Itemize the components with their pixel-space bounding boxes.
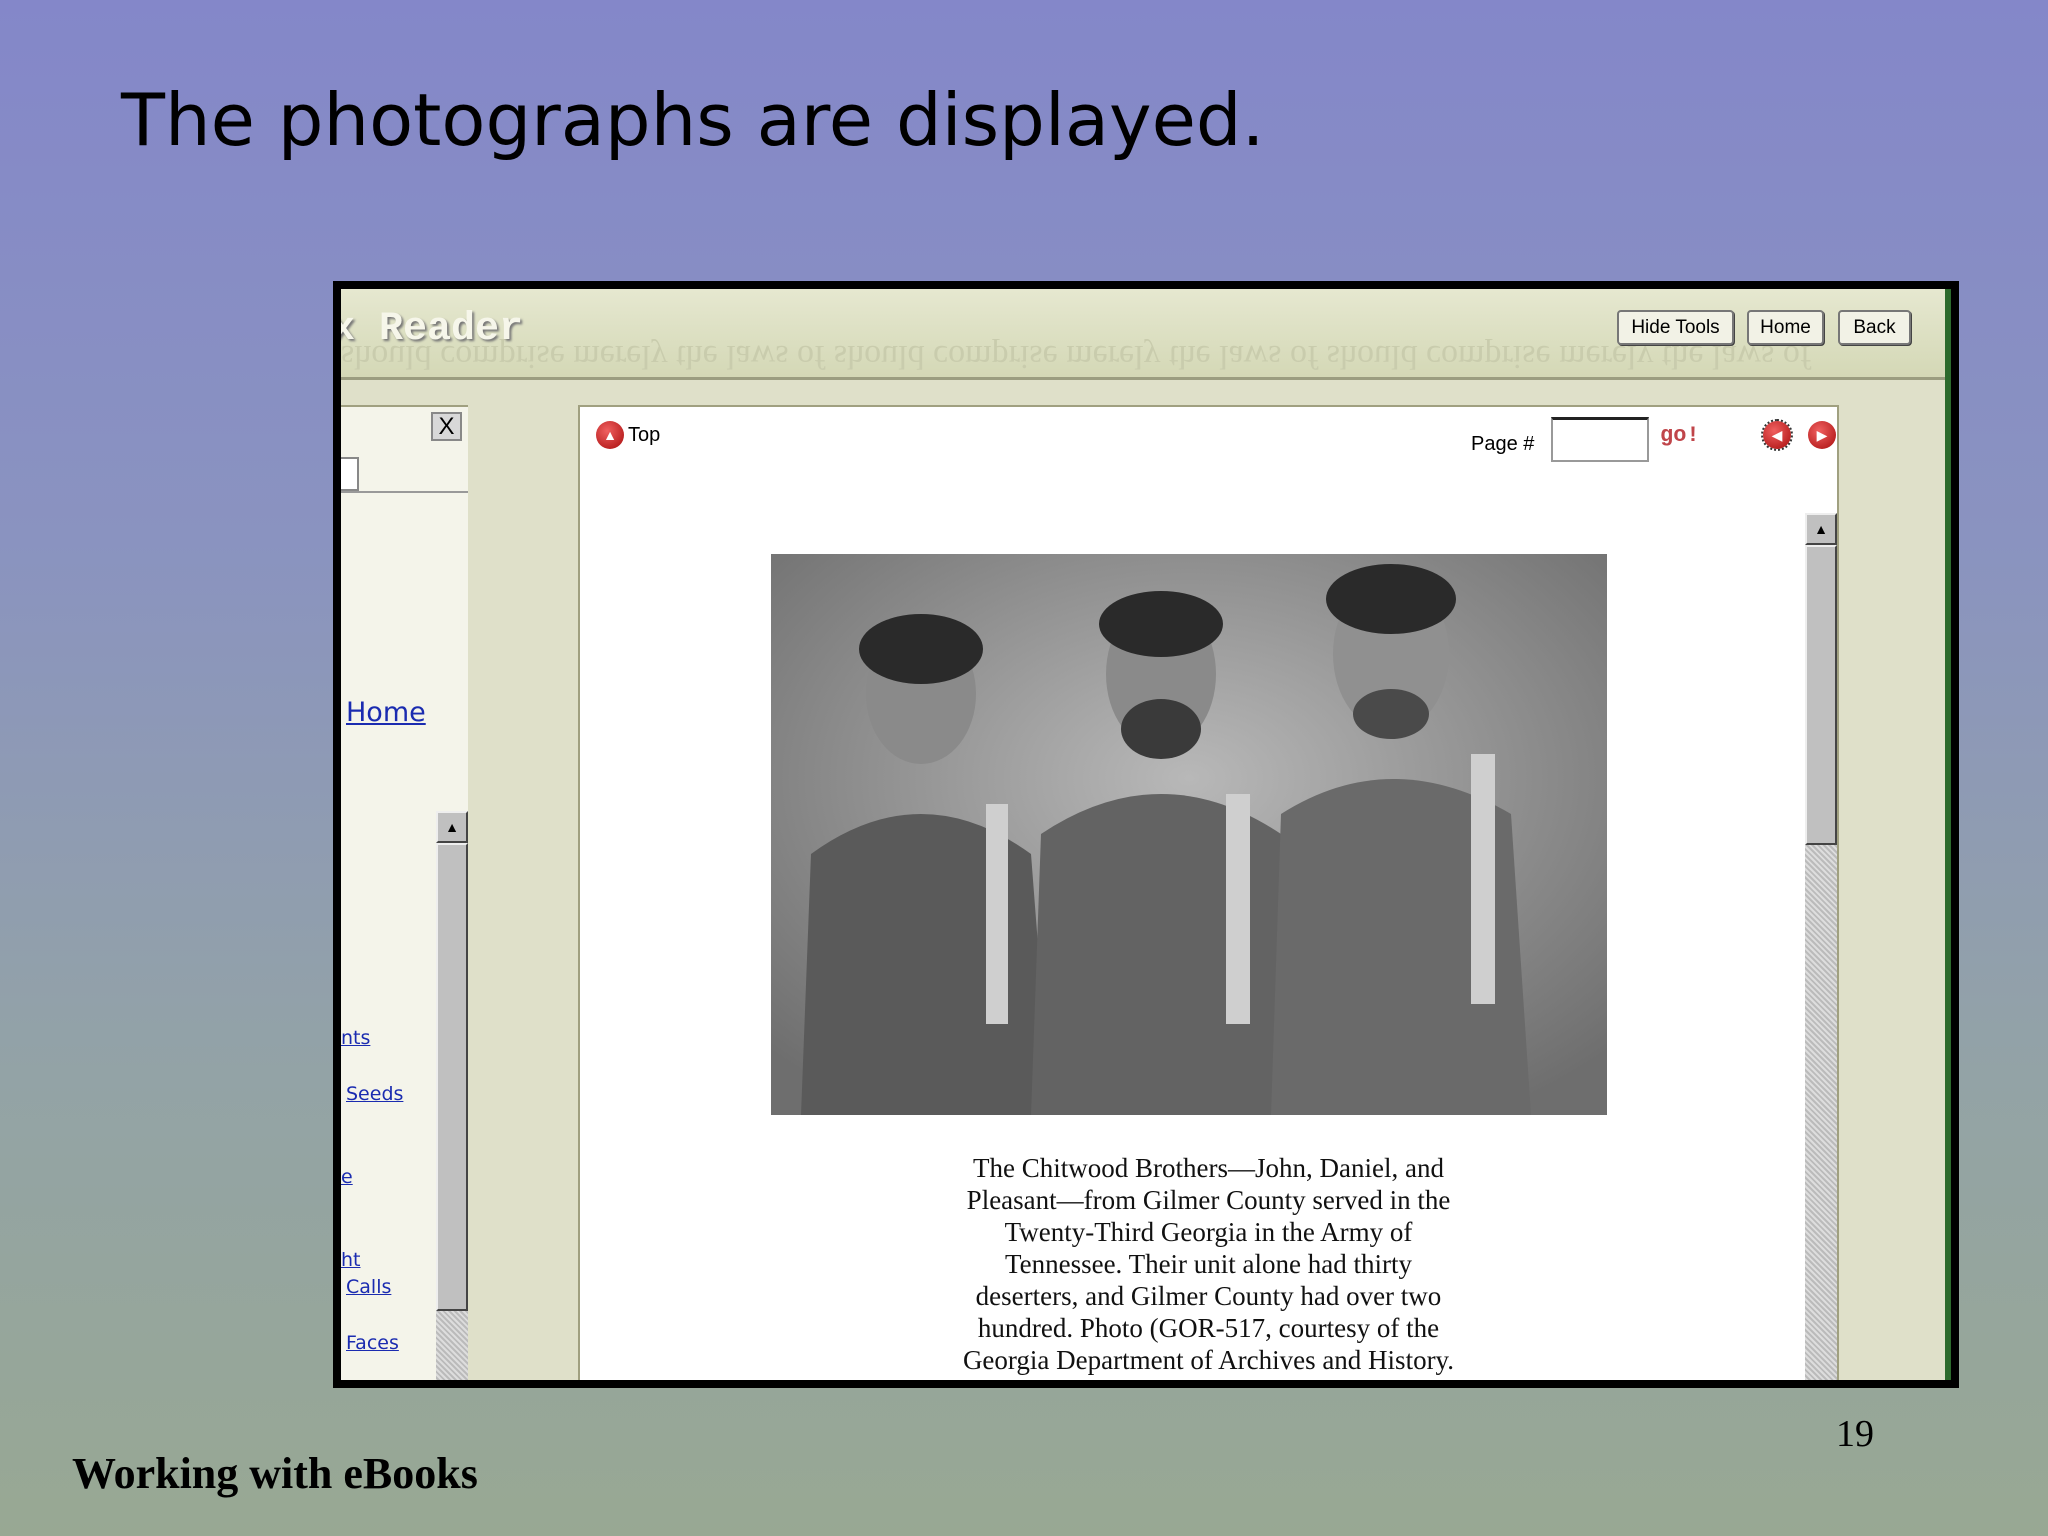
sidebar-link[interactable]: Calls: [346, 1276, 391, 1298]
next-page-icon[interactable]: ▶: [1808, 421, 1836, 449]
caption-line: Twenty-Third Georgia in the Army of: [1004, 1217, 1413, 1247]
app-title: x Reader: [341, 307, 524, 352]
slide-title: The photographs are displayed.: [121, 78, 1265, 162]
slide-page-number: 19: [1836, 1413, 1874, 1455]
sidebar-panel: X Home nts Seeds e ht Calls Faces ▲: [341, 405, 468, 1380]
scrollbar-thumb[interactable]: [1805, 545, 1837, 845]
slide-footer: Working with eBooks: [72, 1449, 478, 1498]
ebook-reader-window: should comprise merely the laws of shoul…: [341, 289, 1951, 1380]
caption-line: deserters, and Gilmer County had over tw…: [975, 1281, 1442, 1311]
caption-line: Georgia Department of Archives and Histo…: [962, 1345, 1455, 1375]
sidebar-link[interactable]: Seeds: [346, 1083, 403, 1105]
header-background-text: should comprise merely the laws of shoul…: [341, 338, 1812, 375]
caption-line: Pleasant—from Gilmer County served in th…: [966, 1185, 1451, 1215]
screenshot-frame: should comprise merely the laws of shoul…: [333, 281, 1959, 1388]
divider: [341, 491, 468, 493]
caption-line: The Chitwood Brothers—John, Daniel, and: [973, 1153, 1444, 1183]
top-label: Top: [628, 423, 661, 446]
close-sidebar-button[interactable]: X: [431, 412, 462, 441]
scroll-up-arrow-icon[interactable]: ▲: [1805, 513, 1837, 545]
sidebar-scrollbar[interactable]: ▲: [436, 811, 468, 1380]
sidebar-link-home[interactable]: Home: [346, 697, 426, 728]
scrollbar-thumb[interactable]: [436, 843, 468, 1311]
page-number-label: Page #: [1471, 433, 1535, 455]
sidebar-link[interactable]: nts: [341, 1027, 370, 1049]
hide-tools-button[interactable]: Hide Tools: [1617, 310, 1734, 345]
caption-line: Tennessee. Their unit alone had thirty: [1005, 1249, 1412, 1279]
home-button[interactable]: Home: [1747, 310, 1824, 345]
back-button[interactable]: Back: [1838, 310, 1911, 345]
civil-war-photograph: [771, 554, 1607, 1115]
top-link[interactable]: ▲ Top: [596, 421, 660, 449]
scroll-up-arrow-icon[interactable]: ▲: [436, 811, 468, 843]
sidebar-link[interactable]: e: [341, 1166, 353, 1188]
sidebar-tab[interactable]: [341, 457, 359, 491]
viewer-scrollbar[interactable]: ▲: [1805, 513, 1837, 1380]
previous-page-icon[interactable]: ◀: [1761, 419, 1793, 451]
arrow-up-icon: ▲: [596, 421, 624, 449]
reader-header: should comprise merely the laws of shoul…: [341, 289, 1945, 380]
page-number-input[interactable]: [1551, 417, 1649, 462]
caption-line: hundred. Photo (GOR-517, courtesy of the: [977, 1313, 1440, 1343]
sidebar-link[interactable]: Faces: [346, 1332, 399, 1354]
photo-caption: The Chitwood Brothers—John, Daniel, and …: [580, 1152, 1837, 1376]
sidebar-link[interactable]: ht: [341, 1249, 361, 1271]
go-button[interactable]: go!: [1660, 423, 1700, 448]
page-viewer: ▲ Top Page # go! ◀ ▶ The Chitwood Brothe…: [578, 405, 1839, 1380]
